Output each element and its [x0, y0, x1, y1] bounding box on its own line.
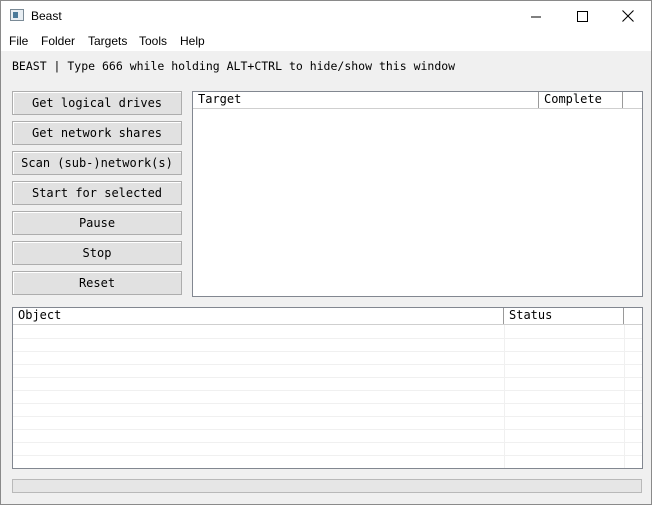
title-bar[interactable]: Beast: [1, 1, 651, 32]
app-window: Beast File Folder Targets Tools Help BEA…: [0, 0, 652, 505]
targets-list[interactable]: Target Complete: [192, 91, 643, 297]
grid-line: [13, 364, 642, 365]
maximize-icon: [576, 7, 588, 26]
menu-tools[interactable]: Tools: [139, 34, 167, 48]
column-header-object[interactable]: Object: [13, 308, 504, 324]
column-header-status[interactable]: Status: [504, 308, 624, 324]
menu-bar: File Folder Targets Tools Help: [1, 32, 651, 51]
grid-line: [13, 377, 642, 378]
grid-line: [13, 338, 642, 339]
column-header-target[interactable]: Target: [193, 92, 539, 108]
objects-list[interactable]: Object Status: [12, 307, 643, 469]
status-bar: [12, 479, 642, 493]
stop-button[interactable]: Stop: [12, 241, 182, 265]
menu-file[interactable]: File: [9, 34, 28, 48]
maximize-button[interactable]: [559, 1, 605, 32]
grid-line: [13, 442, 642, 443]
grid-line: [13, 416, 642, 417]
column-header-filler[interactable]: [623, 92, 642, 108]
close-button[interactable]: [605, 1, 651, 32]
scan-subnetworks-button[interactable]: Scan (sub-)network(s): [12, 151, 182, 175]
grid-line: [13, 455, 642, 456]
get-network-shares-button[interactable]: Get network shares: [12, 121, 182, 145]
menu-folder[interactable]: Folder: [41, 34, 75, 48]
objects-list-header: Object Status: [13, 308, 642, 325]
grid-line: [13, 403, 642, 404]
column-header-filler[interactable]: [624, 308, 642, 324]
pause-button[interactable]: Pause: [12, 211, 182, 235]
minimize-icon: [531, 7, 541, 26]
menu-help[interactable]: Help: [180, 34, 205, 48]
reset-button[interactable]: Reset: [12, 271, 182, 295]
get-logical-drives-button[interactable]: Get logical drives: [12, 91, 182, 115]
menu-targets[interactable]: Targets: [88, 34, 127, 48]
app-window-icon: [10, 9, 24, 21]
minimize-button[interactable]: [513, 1, 559, 32]
grid-line: [13, 351, 642, 352]
info-line: BEAST | Type 666 while holding ALT+CTRL …: [12, 59, 456, 73]
window-title: Beast: [31, 9, 62, 23]
close-icon: [622, 7, 634, 26]
grid-line: [504, 325, 505, 468]
grid-line: [13, 429, 642, 430]
column-header-complete[interactable]: Complete: [539, 92, 623, 108]
targets-list-header: Target Complete: [193, 92, 642, 109]
start-for-selected-button[interactable]: Start for selected: [12, 181, 182, 205]
grid-line: [624, 325, 625, 468]
grid-line: [13, 390, 642, 391]
